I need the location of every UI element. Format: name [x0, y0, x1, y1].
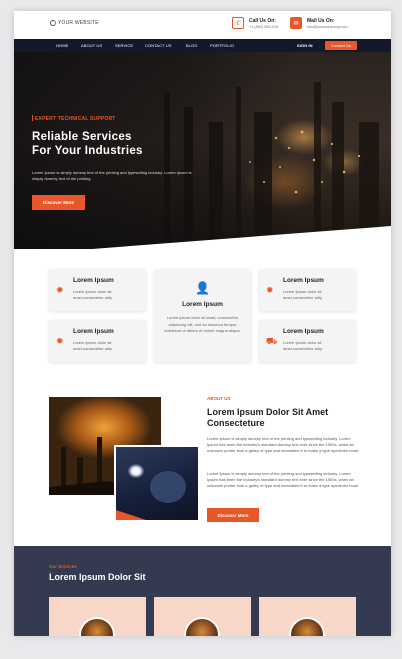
main-nav: HOME ABOUT US SERVICE CONTACT US BLOG PO… — [14, 39, 391, 53]
mail-icon: ✉ — [290, 17, 302, 29]
service-card[interactable] — [154, 597, 251, 636]
call-contact: ✆ Call Us On: +1 (852) 555-018 — [232, 17, 278, 29]
welder-image — [114, 445, 200, 522]
nav-home[interactable]: HOME — [51, 43, 73, 53]
logo-text: YOUR WEBSITE — [58, 20, 99, 26]
hero-description: Lorem Ipsum is simply dummy text of the … — [32, 170, 192, 181]
services-section: Our Services Lorem Ipsum Dolor Sit — [14, 546, 391, 636]
service-card[interactable] — [259, 597, 356, 636]
user-icon: 👤 — [195, 281, 210, 295]
nav-portfolio[interactable]: PORTFOLIO — [210, 43, 234, 48]
service-card[interactable] — [49, 597, 146, 636]
services-tag: Our Services — [49, 564, 77, 569]
feature-card[interactable]: ✹ Lorem Ipsum Lorem Ipsum dolor sit amet… — [259, 269, 356, 311]
mail-value[interactable]: info@yourcompany.com — [307, 25, 348, 29]
truck-icon: ⛟ — [266, 336, 278, 346]
site-logo[interactable]: YOUR WEBSITE — [50, 20, 99, 26]
nav-sign-in[interactable]: SIGN IN — [297, 43, 313, 48]
service-image — [79, 617, 115, 636]
nav-about-us[interactable]: ABOUT US — [81, 43, 102, 48]
logo-icon — [50, 20, 56, 26]
about-tag: ABOUT US — [207, 396, 231, 401]
landing-page: YOUR WEBSITE ✆ Call Us On: +1 (852) 555-… — [14, 11, 391, 636]
feature-card-highlight[interactable]: 👤 Lorem Ipsum Lorem Ipsum dolor sit amet… — [154, 269, 251, 362]
about-paragraph: Lorem Ipsum is simply dummy text of the … — [207, 471, 360, 489]
services-title: Lorem Ipsum Dolor Sit — [49, 572, 146, 582]
about-paragraph: Lorem Ipsum is simply dummy text of the … — [207, 436, 360, 454]
gear-icon: ✹ — [56, 285, 64, 295]
gear-icon: ✹ — [56, 336, 64, 346]
call-value[interactable]: +1 (852) 555-018 — [249, 25, 278, 29]
top-bar: YOUR WEBSITE ✆ Call Us On: +1 (852) 555-… — [14, 11, 391, 39]
gear-icon: ✹ — [266, 285, 274, 295]
mail-label: Mail Us On: — [307, 17, 335, 24]
contact-us-button[interactable]: Contact Us — [325, 41, 357, 50]
call-label: Call Us On: — [249, 17, 276, 24]
feature-card[interactable]: ✹ Lorem Ipsum Lorem Ipsum dolor sit amet… — [49, 269, 146, 311]
hero-title: Reliable Services For Your Industries — [32, 131, 143, 157]
nav-contact-us[interactable]: CONTACT US — [145, 43, 172, 48]
about-title: Lorem Ipsum Dolor Sit Amet Consecteture — [207, 407, 329, 428]
phone-icon: ✆ — [232, 17, 244, 29]
hero-tagline: EXPERT TECHNICAL SUPPORT — [32, 115, 116, 122]
mail-contact: ✉ Mail Us On: info@yourcompany.com — [290, 17, 348, 29]
nav-service[interactable]: SERVICE — [115, 43, 133, 48]
service-image — [289, 617, 325, 636]
feature-card[interactable]: ⛟ Lorem Ipsum Lorem Ipsum dolor sit amet… — [259, 320, 356, 362]
feature-card[interactable]: ✹ Lorem Ipsum Lorem Ipsum dolor sit amet… — [49, 320, 146, 362]
hero-banner: EXPERT TECHNICAL SUPPORT Reliable Servic… — [14, 52, 391, 249]
hero-discover-button[interactable]: Discover More — [32, 195, 85, 210]
about-discover-button[interactable]: Discover More — [207, 508, 259, 522]
nav-blog[interactable]: BLOG — [186, 43, 198, 48]
service-image — [184, 617, 220, 636]
